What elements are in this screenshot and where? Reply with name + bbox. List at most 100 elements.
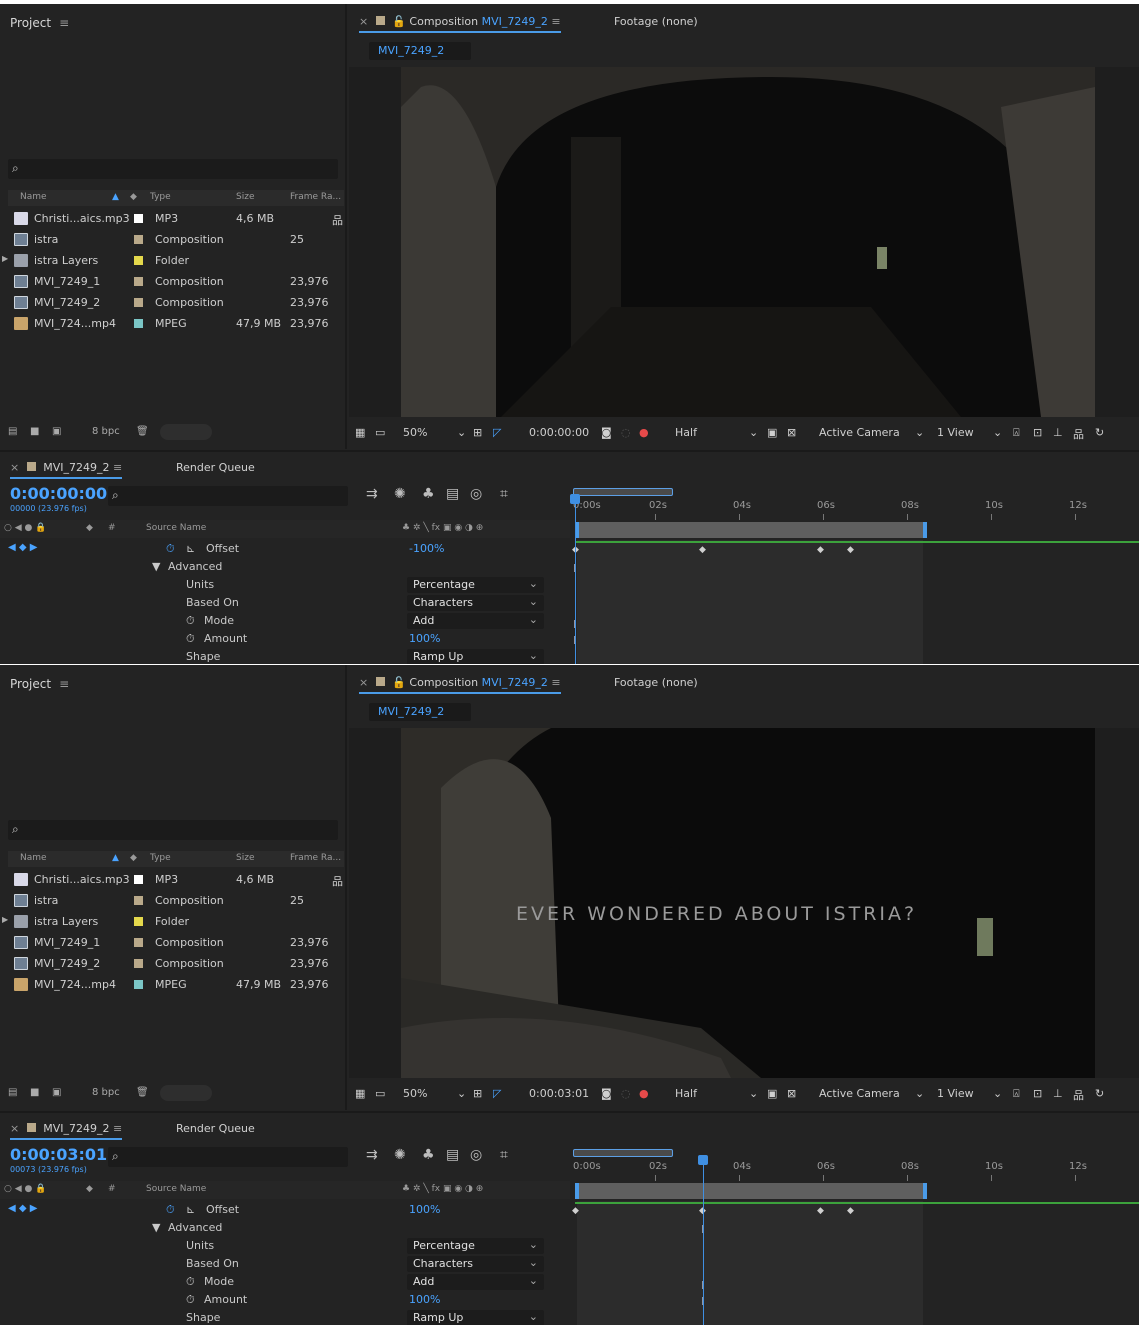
keyframe-navigator[interactable]: ◀ ◆ ▶ <box>8 542 37 553</box>
project-item[interactable]: MVI_7249_2 Composition 23,976 <box>14 954 344 974</box>
chevron-down-icon[interactable]: ⌄ <box>993 426 1002 439</box>
keyframe[interactable]: ◆ <box>572 1206 579 1216</box>
keyframe[interactable]: ◆ <box>817 545 824 555</box>
graph-toggle-icon[interactable]: ⊾ <box>186 542 195 555</box>
work-area-bar[interactable] <box>575 1183 927 1199</box>
pixel-aspect-icon[interactable]: ⍓ <box>1013 426 1020 440</box>
time-navigator[interactable] <box>573 1149 673 1157</box>
motion-blur-icon[interactable]: ◎ <box>470 1147 482 1163</box>
project-item[interactable]: MVI_7249_2 Composition 23,976 <box>14 293 344 313</box>
scroll-handle[interactable] <box>160 1085 212 1101</box>
sort-ascending-icon[interactable]: ▲ <box>112 853 119 863</box>
timeline-graph[interactable]: 0:00s 02s 04s 06s 08s 10s 12s ◆ ◆ ◆ ◆ I … <box>570 482 1139 664</box>
project-item[interactable]: MVI_7249_1 Composition 23,976 <box>14 272 344 292</box>
current-time-indicator[interactable] <box>575 498 576 664</box>
chevron-down-icon[interactable]: ⌄ <box>457 1087 466 1100</box>
keyframe[interactable]: ◆ <box>817 1206 824 1216</box>
shy-layers-icon[interactable]: ♣ <box>422 486 435 502</box>
property-amount[interactable]: ⏱ Amount 100% <box>0 630 570 648</box>
property-group-advanced[interactable]: ▼ Advanced <box>0 558 570 576</box>
project-search-input[interactable]: ⌕ <box>8 159 338 179</box>
lock-icon[interactable]: 🔓 <box>392 15 406 28</box>
property-amount[interactable]: ⏱ Amount 100% <box>0 1291 570 1309</box>
property-group-advanced[interactable]: ▼ Advanced <box>0 1219 570 1237</box>
flowchart-icon[interactable]: 品 <box>1073 426 1084 442</box>
timeline-icon[interactable]: ⊥ <box>1053 1087 1063 1100</box>
property-offset[interactable]: ◀ ◆ ▶ ⏱ ⊾ Offset 100% <box>0 1201 570 1219</box>
stopwatch-icon[interactable]: ⏱ <box>186 1293 195 1307</box>
switches-column-icons[interactable]: ♣ ✲ ╲ fx ▣ ◉ ◑ ⊕ <box>402 523 483 533</box>
keyframe[interactable]: ◆ <box>847 1206 854 1216</box>
stopwatch-icon[interactable]: ⏱ <box>186 614 195 628</box>
property-shape[interactable]: Shape Ramp Up ⌄ <box>0 648 570 664</box>
label-color-swatch[interactable] <box>134 980 143 989</box>
project-search-input[interactable]: ⌕ <box>8 820 338 840</box>
fast-previews-icon[interactable]: ⊡ <box>1033 426 1042 439</box>
color-channel-icon[interactable]: ● <box>639 1087 649 1100</box>
bit-depth-button[interactable]: 8 bpc <box>92 426 120 437</box>
column-name[interactable]: Name <box>20 192 47 202</box>
resolution-dropdown[interactable]: Half <box>675 1087 697 1100</box>
graph-editor-icon[interactable]: ⌗ <box>500 1147 508 1163</box>
expand-arrow-icon[interactable]: ▼ <box>152 1221 160 1234</box>
time-ruler[interactable]: 0:00s 02s 04s 06s 08s 10s 12s <box>571 1159 1139 1183</box>
region-of-interest-icon[interactable]: ◸ <box>493 1087 501 1100</box>
project-item[interactable]: Christi...aics.mp3 MP3 4,6 MB 品 <box>14 870 344 890</box>
bit-depth-button[interactable]: 8 bpc <box>92 1087 120 1098</box>
property-units[interactable]: Units Percentage ⌄ <box>0 576 570 594</box>
label-color-swatch[interactable] <box>134 319 143 328</box>
project-item[interactable]: istra Composition 25 <box>14 891 344 911</box>
expand-arrow-icon[interactable]: ▶ <box>2 254 8 263</box>
column-size[interactable]: Size <box>236 192 254 202</box>
project-item[interactable]: MVI_7249_1 Composition 23,976 <box>14 933 344 953</box>
label-color-swatch[interactable] <box>134 214 143 223</box>
trash-icon[interactable]: 🗑 <box>136 1087 149 1098</box>
tab-timeline[interactable]: × MVI_7249_2 ≡ <box>10 461 123 479</box>
units-dropdown[interactable]: Percentage ⌄ <box>407 1238 544 1254</box>
shape-dropdown[interactable]: Ramp Up ⌄ <box>407 1310 544 1325</box>
label-column-icon[interactable]: ◆ <box>86 1184 93 1194</box>
label-color-swatch[interactable] <box>134 938 143 947</box>
source-name-column[interactable]: Source Name <box>146 523 206 533</box>
draft-3d-icon[interactable]: ✺ <box>394 486 406 502</box>
property-based-on[interactable]: Based On Characters ⌄ <box>0 1255 570 1273</box>
transparency-grid-icon[interactable]: ⊠ <box>787 1087 796 1100</box>
current-time-indicator[interactable] <box>702 1159 704 1325</box>
label-color-swatch[interactable] <box>134 298 143 307</box>
mode-dropdown[interactable]: Add ⌄ <box>407 613 544 629</box>
amount-value[interactable]: 100% <box>409 1293 440 1306</box>
chevron-down-icon[interactable]: ⌄ <box>749 426 758 439</box>
project-item[interactable]: ▶ istra Layers Folder <box>2 912 344 932</box>
shy-layers-icon[interactable]: ♣ <box>422 1147 435 1163</box>
column-name[interactable]: Name <box>20 853 47 863</box>
tab-render-queue[interactable]: Render Queue <box>176 1122 255 1135</box>
chevron-down-icon[interactable]: ⌄ <box>993 1087 1002 1100</box>
timeline-timecode[interactable]: 0:00:00:00 <box>10 484 107 503</box>
transparency-grid-icon[interactable]: ⊠ <box>787 426 796 439</box>
column-frame-rate[interactable]: Frame Ra... <box>290 853 341 863</box>
property-mode[interactable]: ⏱ Mode Add ⌄ <box>0 612 570 630</box>
stopwatch-icon[interactable]: ⏱ <box>186 632 195 646</box>
offset-value[interactable]: 100% <box>409 1203 440 1216</box>
based-on-dropdown[interactable]: Characters ⌄ <box>407 1256 544 1272</box>
label-color-swatch[interactable] <box>134 917 143 926</box>
color-channel-icon[interactable]: ● <box>639 426 649 439</box>
frame-blending-icon[interactable]: ▤ <box>446 1147 459 1163</box>
shape-dropdown[interactable]: Ramp Up ⌄ <box>407 649 544 664</box>
source-name-column[interactable]: Source Name <box>146 1184 206 1194</box>
tab-footage[interactable]: Footage (none) <box>614 15 698 28</box>
project-item[interactable]: MVI_724...mp4 MPEG 47,9 MB 23,976 <box>14 975 344 995</box>
chevron-down-icon[interactable]: ⌄ <box>915 1087 924 1100</box>
stopwatch-icon[interactable]: ⏱ <box>166 1203 175 1217</box>
based-on-dropdown[interactable]: Characters ⌄ <box>407 595 544 611</box>
keyframe[interactable]: ◆ <box>699 545 706 555</box>
label-color-swatch[interactable] <box>134 896 143 905</box>
chevron-down-icon[interactable]: ⌄ <box>749 1087 758 1100</box>
current-time-indicator-head[interactable] <box>697 1155 708 1165</box>
camera-snapshot-icon[interactable]: ◙ <box>601 426 612 439</box>
frame-blending-icon[interactable]: ▤ <box>446 486 459 502</box>
camera-view-dropdown[interactable]: Active Camera <box>819 426 900 439</box>
snapshot-region-icon[interactable]: ▦ <box>355 1087 365 1100</box>
scroll-handle[interactable] <box>160 424 212 440</box>
current-time-display[interactable]: 0:00:00:00 <box>529 426 589 439</box>
